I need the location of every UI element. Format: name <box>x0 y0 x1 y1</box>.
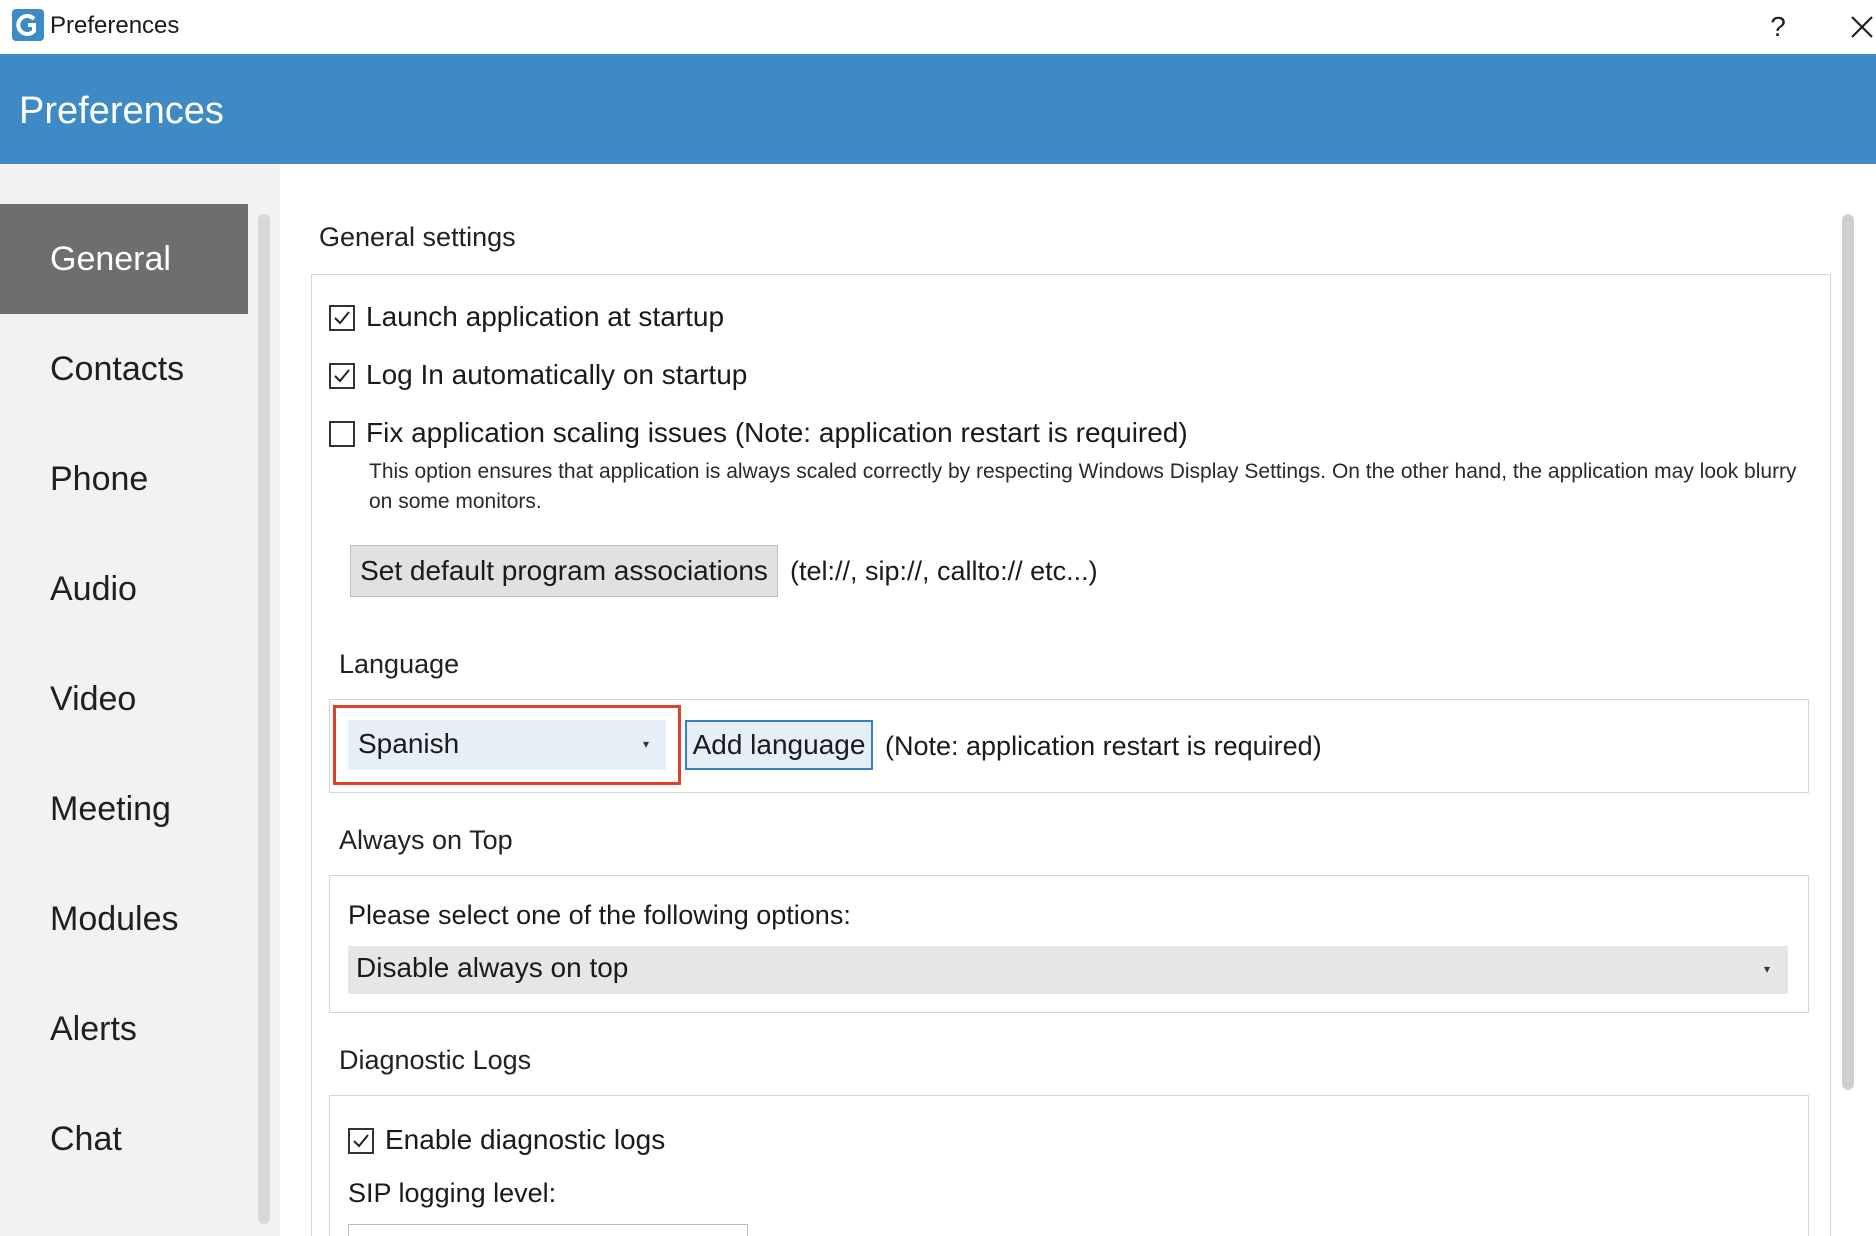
scaling-description: This option ensures that application is … <box>369 460 1797 513</box>
sidebar-scrollbar[interactable] <box>258 214 270 1224</box>
enable-diagnostic-row[interactable]: Enable diagnostic logs <box>348 1122 748 1162</box>
page-title: Preferences <box>19 90 224 132</box>
language-restart-note: (Note: application restart is required) <box>885 731 1322 761</box>
sidebar-item-video[interactable]: Video <box>0 644 248 754</box>
sidebar-item-general[interactable]: General <box>0 204 248 314</box>
general-settings-heading: General settings <box>319 222 516 252</box>
language-heading: Language <box>339 649 460 679</box>
sidebar-item-label: Phone <box>50 460 149 498</box>
launch-startup-checkbox[interactable] <box>329 305 355 331</box>
add-language-button[interactable]: Add language <box>685 720 873 770</box>
app-logo-icon <box>12 9 44 41</box>
sip-logging-level-label: SIP logging level: <box>348 1178 557 1208</box>
sidebar-item-label: Modules <box>50 900 179 938</box>
window-title: Preferences <box>50 12 180 39</box>
sidebar-item-modules[interactable]: Modules <box>0 864 248 974</box>
enable-diagnostic-checkbox[interactable] <box>348 1128 374 1154</box>
sidebar-item-meeting[interactable]: Meeting <box>0 754 248 864</box>
sidebar-item-label: Alerts <box>50 1010 137 1048</box>
sidebar-item-label: Meeting <box>50 790 171 828</box>
sidebar: General Contacts Phone Audio Video Meeti… <box>0 164 280 1236</box>
sidebar-item-chat[interactable]: Chat <box>0 1084 248 1194</box>
checkmark-icon <box>353 1134 369 1148</box>
sidebar-item-label: Audio <box>50 570 137 608</box>
checkmark-icon <box>334 369 350 383</box>
fix-scaling-row[interactable]: Fix application scaling issues (Note: ap… <box>329 415 1429 455</box>
content-scrollbar[interactable] <box>1842 214 1854 1090</box>
preferences-header: Preferences <box>0 54 1876 164</box>
enable-diagnostic-label: Enable diagnostic logs <box>385 1124 666 1155</box>
always-on-top-select-value: Disable always on top <box>356 952 629 983</box>
always-on-top-panel: Please select one of the following optio… <box>329 875 1809 1013</box>
close-button[interactable] <box>1842 8 1876 46</box>
sidebar-item-alerts[interactable]: Alerts <box>0 974 248 1084</box>
chevron-down-icon: ▾ <box>1764 962 1771 976</box>
sidebar-spacer <box>0 164 280 204</box>
sidebar-item-label: General <box>50 240 171 278</box>
close-icon <box>1851 16 1873 38</box>
set-default-associations-button[interactable]: Set default program associations <box>350 545 778 597</box>
settings-content: General settings Launch application at s… <box>282 164 1876 1236</box>
checkmark-icon <box>334 311 350 325</box>
fix-scaling-label: Fix application scaling issues (Note: ap… <box>366 417 1188 448</box>
login-auto-row[interactable]: Log In automatically on startup <box>329 357 929 397</box>
login-auto-checkbox[interactable] <box>329 363 355 389</box>
always-on-top-heading: Always on Top <box>339 825 513 855</box>
sidebar-item-contacts[interactable]: Contacts <box>0 314 248 424</box>
language-panel: Spanish ▾ Add language (Note: applicatio… <box>329 699 1809 793</box>
sidebar-item-label: Contacts <box>50 350 185 388</box>
always-on-top-select[interactable]: Disable always on top ▾ <box>348 946 1788 994</box>
language-select-highlight <box>333 705 681 785</box>
associations-note: (tel://, sip://, callto:// etc...) <box>790 556 1098 586</box>
help-button[interactable]: ? <box>1758 8 1798 46</box>
launch-startup-label: Launch application at startup <box>366 301 725 332</box>
sip-logging-level-select[interactable] <box>348 1224 748 1236</box>
sidebar-item-label: Chat <box>50 1120 122 1158</box>
always-on-top-prompt: Please select one of the following optio… <box>348 900 851 930</box>
fix-scaling-checkbox[interactable] <box>329 421 355 447</box>
sidebar-item-phone[interactable]: Phone <box>0 424 248 534</box>
sidebar-nav: General Contacts Phone Audio Video Meeti… <box>0 204 248 1194</box>
sidebar-item-audio[interactable]: Audio <box>0 534 248 644</box>
login-auto-label: Log In automatically on startup <box>366 359 748 390</box>
diagnostic-logs-heading: Diagnostic Logs <box>339 1045 532 1075</box>
title-bar: Preferences ? <box>0 0 1876 54</box>
general-settings-panel: Launch application at startup Log In aut… <box>311 274 1831 1236</box>
sidebar-item-label: Video <box>50 680 137 718</box>
diagnostic-logs-panel: Enable diagnostic logs SIP logging level… <box>329 1095 1809 1236</box>
launch-startup-row[interactable]: Launch application at startup <box>329 299 929 339</box>
